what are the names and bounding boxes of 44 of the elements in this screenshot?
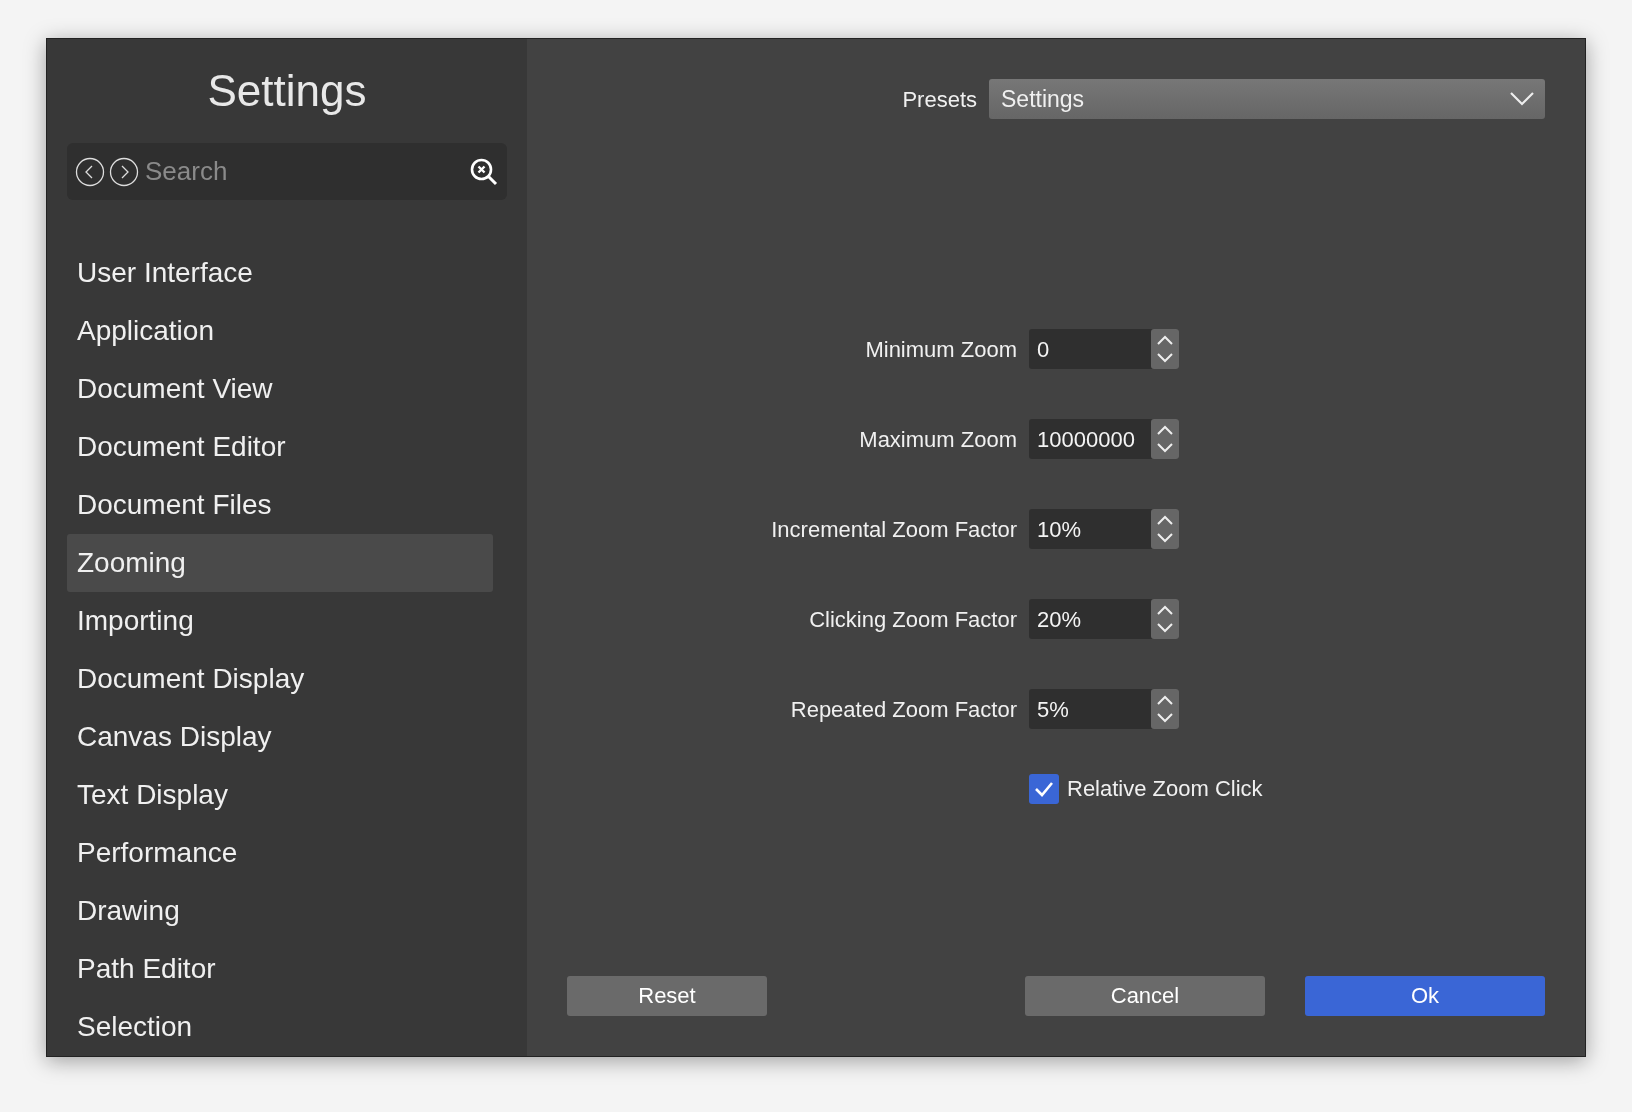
- search-field[interactable]: Search: [67, 143, 507, 200]
- sidebar-item[interactable]: Application: [67, 302, 493, 360]
- field-label: Repeated Zoom Factor: [789, 695, 1017, 724]
- stepper-icon[interactable]: [1151, 419, 1179, 459]
- sidebar-item[interactable]: Text Display: [67, 766, 493, 824]
- chevron-down-icon: [1509, 91, 1535, 107]
- sidebar-item[interactable]: Canvas Display: [67, 708, 493, 766]
- sidebar-item[interactable]: Zooming: [67, 534, 493, 592]
- number-field[interactable]: 20%: [1029, 599, 1179, 639]
- number-field[interactable]: 5%: [1029, 689, 1179, 729]
- sidebar-item[interactable]: Selection: [67, 998, 493, 1056]
- sidebar-item[interactable]: Document View: [67, 360, 493, 418]
- ok-button[interactable]: Ok: [1305, 976, 1545, 1016]
- field-label: Minimum Zoom: [864, 335, 1017, 364]
- sidebar-item[interactable]: Document Editor: [67, 418, 493, 476]
- sidebar-item[interactable]: Importing: [67, 592, 493, 650]
- sidebar-item[interactable]: Performance: [67, 824, 493, 882]
- stepper-icon[interactable]: [1151, 329, 1179, 369]
- number-field[interactable]: 0: [1029, 329, 1179, 369]
- presets-dropdown[interactable]: Settings: [989, 79, 1545, 119]
- dialog-button[interactable]: Cancel: [1025, 976, 1265, 1016]
- presets-label: Presets: [902, 85, 977, 114]
- back-icon[interactable]: [75, 156, 105, 187]
- sidebar-item[interactable]: Drawing: [67, 882, 493, 940]
- stepper-icon[interactable]: [1151, 689, 1179, 729]
- field-label: Clicking Zoom Factor: [808, 605, 1017, 634]
- stepper-icon[interactable]: [1151, 599, 1179, 639]
- dialog-button[interactable]: Reset: [567, 976, 767, 1016]
- forward-icon[interactable]: [109, 156, 139, 187]
- checkmark-icon: [1034, 780, 1054, 797]
- sidebar-item[interactable]: Document Display: [67, 650, 493, 708]
- checkbox[interactable]: [1029, 773, 1059, 804]
- window-title: Settings: [206, 65, 368, 117]
- sidebar-item[interactable]: Path Editor: [67, 940, 493, 998]
- stepper-icon[interactable]: [1151, 509, 1179, 549]
- sidebar-item[interactable]: Document Files: [67, 476, 493, 534]
- field-label: Incremental Zoom Factor: [770, 515, 1017, 544]
- sidebar-item[interactable]: User Interface: [67, 244, 493, 302]
- clear-search-icon[interactable]: [469, 156, 499, 187]
- number-field[interactable]: 10000000: [1029, 419, 1179, 459]
- field-label: Maximum Zoom: [858, 425, 1017, 454]
- search-input[interactable]: Search: [145, 152, 465, 191]
- checkbox-label: Relative Zoom Click: [1067, 775, 1263, 803]
- number-field[interactable]: 10%: [1029, 509, 1179, 549]
